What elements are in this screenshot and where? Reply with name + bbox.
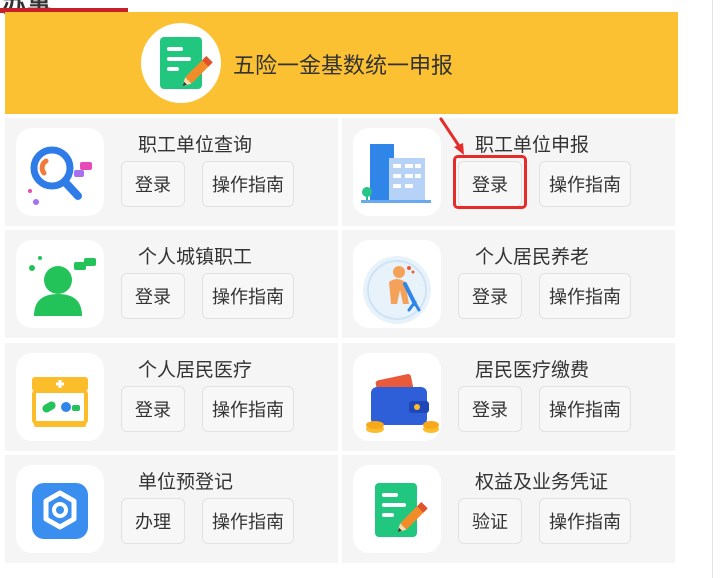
annotation-highlight-box — [453, 155, 527, 209]
handle-button[interactable]: 办理 — [121, 498, 185, 544]
card-resident-pension: 个人居民养老 登录 操作指南 — [342, 230, 675, 338]
banner-icon-container — [141, 23, 221, 103]
card-resident-medical-payment: 居民医疗缴费 登录 操作指南 — [342, 343, 675, 451]
page-divider — [712, 0, 713, 578]
card-icon-container — [353, 465, 441, 553]
card-title: 个人居民医疗 — [138, 359, 253, 381]
magnifier-chat-icon — [28, 146, 92, 205]
gear-badge-icon — [32, 483, 88, 539]
card-icon-container — [16, 465, 104, 553]
card-icon-container — [353, 240, 441, 328]
card-resident-medical: 个人居民医疗 登录 操作指南 — [5, 343, 338, 451]
guide-button[interactable]: 操作指南 — [202, 273, 294, 319]
wallet-coins-icon — [366, 374, 439, 433]
banner-title: 五险一金基数统一申报 — [233, 54, 454, 79]
office-building-icon — [361, 144, 431, 203]
guide-button[interactable]: 操作指南 — [202, 498, 294, 544]
card-icon-container — [353, 353, 441, 441]
card-title: 职工单位查询 — [138, 134, 253, 156]
guide-button[interactable]: 操作指南 — [202, 386, 294, 432]
login-button[interactable]: 登录 — [121, 386, 185, 432]
guide-button[interactable]: 操作指南 — [539, 273, 631, 319]
login-button[interactable]: 登录 — [458, 386, 522, 432]
card-urban-employee: 个人城镇职工 登录 操作指南 — [5, 230, 338, 338]
elderly-person-icon — [363, 256, 431, 324]
document-pencil-icon — [160, 37, 213, 89]
annotation-arrow-icon — [439, 117, 464, 155]
guide-button[interactable]: 操作指南 — [539, 498, 631, 544]
card-title: 单位预登记 — [138, 471, 234, 493]
login-button[interactable]: 登录 — [121, 161, 185, 207]
banner-wuxian-yijin[interactable]: 五险一金基数统一申报 — [5, 12, 678, 114]
card-icon-container — [16, 240, 104, 328]
card-icon-container — [16, 353, 104, 441]
login-button[interactable]: 登录 — [458, 273, 522, 319]
card-title: 个人居民养老 — [475, 246, 590, 268]
login-button[interactable]: 登录 — [121, 273, 185, 319]
card-title: 个人城镇职工 — [138, 246, 253, 268]
card-icon-container — [16, 128, 104, 216]
card-rights-business-certificate: 权益及业务凭证 验证 操作指南 — [342, 455, 675, 563]
document-pencil-icon — [375, 483, 428, 537]
guide-button[interactable]: 操作指南 — [539, 386, 631, 432]
card-title: 居民医疗缴费 — [475, 359, 590, 381]
card-title: 职工单位申报 — [475, 134, 590, 156]
card-employee-unit-query: 职工单位查询 登录 操作指南 — [5, 118, 338, 226]
guide-button[interactable]: 操作指南 — [202, 161, 294, 207]
card-unit-preregistration: 单位预登记 办理 操作指南 — [5, 455, 338, 563]
guide-button[interactable]: 操作指南 — [539, 161, 631, 207]
verify-button[interactable]: 验证 — [458, 498, 522, 544]
card-icon-container — [353, 128, 441, 216]
card-title: 权益及业务凭证 — [475, 471, 609, 493]
pharmacy-store-icon — [32, 377, 88, 427]
person-chat-icon — [29, 256, 96, 316]
